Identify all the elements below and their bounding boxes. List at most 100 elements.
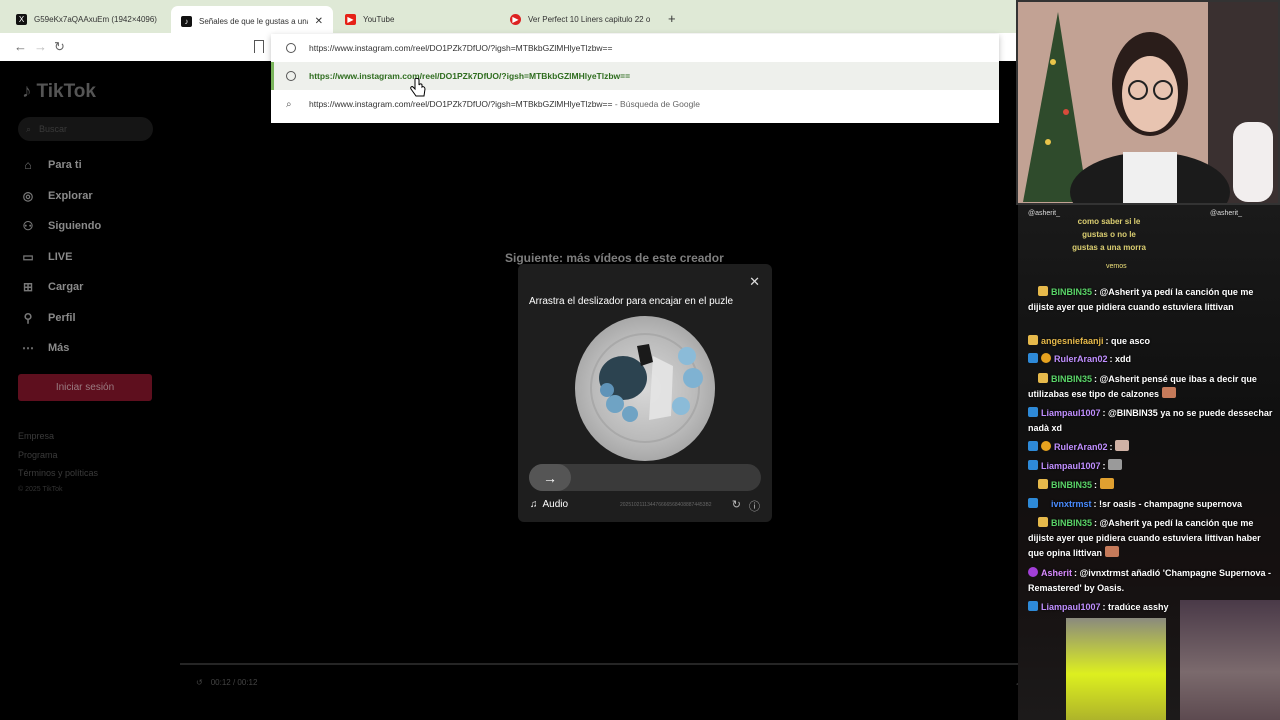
chat-message: ivnxtrmst: !sr oasis - champagne superno…: [1028, 497, 1274, 512]
creator-tag: @asherit_: [1210, 210, 1243, 217]
replay-icon[interactable]: ↺: [196, 678, 203, 687]
close-icon[interactable]: ✕: [749, 274, 760, 290]
omnibox-dropdown: https://www.instagram.com/reel/DO1PZk7Df…: [271, 34, 999, 123]
chat-message: angesniefaanji: que asco: [1028, 334, 1274, 349]
nav-perfil[interactable]: ⚲ Perfil: [20, 307, 76, 329]
globe-icon: [286, 71, 296, 81]
tab-youtube[interactable]: ▶ YouTube: [335, 6, 500, 32]
suggestion-text: https://www.instagram.com/reel/DO1PZk7Df…: [309, 99, 700, 109]
sub-badge-icon: [1038, 479, 1048, 489]
chat-message: BINBIN35: @Asherit pensé que ibas a deci…: [1028, 373, 1257, 399]
background-video-thumbnail: [1066, 618, 1166, 720]
puzzle-image: [575, 316, 715, 461]
webcam-feed: [1016, 0, 1280, 205]
nav-para-ti[interactable]: ⌂ Para ti: [20, 154, 81, 176]
login-button[interactable]: Iniciar sesión: [18, 374, 152, 401]
omnibox-suggestion[interactable]: ⌕ https://www.instagram.com/reel/DO1PZk7…: [271, 90, 999, 118]
live-icon: ▭: [22, 250, 34, 264]
sub-badge-icon: [1038, 517, 1048, 527]
prime-badge-icon: [1028, 353, 1038, 363]
info-icon[interactable]: ⓘ: [749, 498, 760, 514]
webcam-image: [1018, 2, 1278, 203]
creator-tag: @asherit_: [1028, 210, 1061, 217]
nav-explorar[interactable]: ◎ Explorar: [20, 185, 93, 207]
prime-badge-icon: [1028, 601, 1038, 611]
bookmark-icon[interactable]: [254, 40, 264, 53]
play-circle-icon: ▶: [510, 13, 521, 25]
tiktok-note-icon: ♪: [22, 81, 32, 102]
following-icon: ⚇: [22, 219, 34, 233]
tab-video[interactable]: ▶ Ver Perfect 10 Liners capitulo 22 onli: [500, 6, 660, 32]
reload-icon[interactable]: ↻: [54, 39, 65, 55]
more-icon: ⋯: [22, 341, 34, 355]
tab-tiktok[interactable]: ♪ Señales de que le gustas a una c ✕: [171, 6, 333, 36]
back-arrow-icon[interactable]: ←: [14, 39, 27, 54]
emote-icon: [1108, 459, 1123, 470]
chat-message: BINBIN35: @Asherit ya pedí la canción qu…: [1028, 286, 1254, 312]
sub-badge-icon: [1038, 373, 1048, 383]
tab-title: G59eKx7aQAAxuEm (1942×4096): [34, 14, 157, 24]
captcha-title: Arrastra el deslizador para encajar en e…: [529, 296, 733, 307]
bg-caption: vemos: [1106, 263, 1127, 270]
home-icon: ⌂: [24, 158, 32, 172]
nav-cargar[interactable]: ⊞ Cargar: [20, 276, 84, 298]
copyright: © 2025 TikTok: [18, 486, 63, 493]
sub-badge-icon: [1028, 335, 1038, 345]
slider-handle[interactable]: →: [529, 464, 571, 491]
tab-title: Señales de que le gustas a una c: [199, 16, 308, 26]
x-logo-icon: X: [16, 13, 27, 25]
nav-mas[interactable]: ⋯ Más: [20, 337, 69, 359]
suggestion-text: https://www.instagram.com/reel/DO1PZk7Df…: [309, 71, 631, 81]
new-tab-icon[interactable]: +: [668, 11, 676, 26]
prime-badge-icon: [1028, 498, 1038, 508]
puzzle-art: [590, 333, 703, 443]
footer-link[interactable]: Términos y políticas: [18, 468, 98, 478]
prime-badge-icon: [1028, 441, 1038, 451]
chat-message: Liampaul1007:: [1028, 459, 1274, 474]
bg-caption: como saber si le gustas o no le gustas a…: [1072, 217, 1146, 252]
nav-siguiendo[interactable]: ⚇ Siguiendo: [20, 215, 102, 237]
prime-badge-icon: [1028, 460, 1038, 470]
background-video-thumbnail: [1180, 600, 1280, 720]
emote-icon: [1104, 546, 1119, 557]
next-videos-label: Siguiente: más vídeos de este creador: [505, 251, 724, 265]
headphones-icon: ♫: [530, 499, 538, 510]
chat-message: BINBIN35:: [1028, 478, 1274, 493]
omnibox-suggestion[interactable]: https://www.instagram.com/reel/DO1PZk7Df…: [271, 62, 999, 90]
chat-message: Asherit: @ivnxtrmst añadió 'Champagne Su…: [1028, 567, 1271, 593]
video-progress-bar[interactable]: [180, 663, 1048, 665]
tab-bar: X G59eKx7aQAAxuEm (1942×4096) ♪ Señales …: [0, 0, 1018, 36]
tiktok-logo[interactable]: ♪ TikTok: [22, 81, 96, 103]
footer-link[interactable]: Empresa: [18, 431, 54, 441]
globe-icon: [286, 43, 296, 53]
emote-icon: [1115, 440, 1130, 451]
video-time: ↺ 00:12 / 00:12: [196, 678, 258, 687]
compass-icon: ◎: [22, 189, 34, 203]
forward-arrow-icon[interactable]: →: [34, 39, 47, 54]
upload-icon: ⊞: [22, 280, 34, 294]
audio-button[interactable]: ♫ Audio: [530, 499, 568, 510]
captcha-slider-track[interactable]: →: [529, 464, 761, 491]
refresh-icon[interactable]: ↻: [732, 498, 741, 514]
prime-badge-icon: [1028, 407, 1038, 417]
warning-badge-icon: [1041, 441, 1051, 451]
nav-live[interactable]: ▭ LIVE: [20, 246, 72, 268]
footer-link[interactable]: Programa: [18, 450, 58, 460]
close-tab-icon[interactable]: ✕: [315, 16, 323, 27]
search-icon: ⌕: [26, 123, 32, 134]
captcha-id: 2025102111344766665684088874453B2: [620, 502, 712, 508]
omnibox-input[interactable]: https://www.instagram.com/reel/DO1PZk7Df…: [271, 34, 999, 62]
search-input[interactable]: ⌕ Buscar: [18, 117, 153, 141]
tiktok-page: ♪ TikTok ⌕ Buscar ⌂ Para ti ◎ Explorar ⚇…: [0, 61, 1048, 720]
tab-image[interactable]: X G59eKx7aQAAxuEm (1942×4096): [6, 6, 171, 32]
tab-title: Ver Perfect 10 Liners capitulo 22 onli: [528, 14, 650, 24]
omnibox-value[interactable]: https://www.instagram.com/reel/DO1PZk7Df…: [309, 43, 613, 53]
search-icon: ⌕: [286, 98, 292, 110]
warning-badge-icon: [1041, 353, 1051, 363]
profile-icon: ⚲: [23, 311, 33, 325]
broadcaster-badge-icon: [1028, 567, 1038, 577]
sub-badge-icon: [1038, 286, 1048, 296]
captcha-actions: ↻ ⓘ: [732, 498, 760, 514]
chat-message: Liampaul1007: @BINBIN35 ya no se puede d…: [1028, 407, 1273, 433]
tab-title: YouTube: [363, 14, 395, 24]
